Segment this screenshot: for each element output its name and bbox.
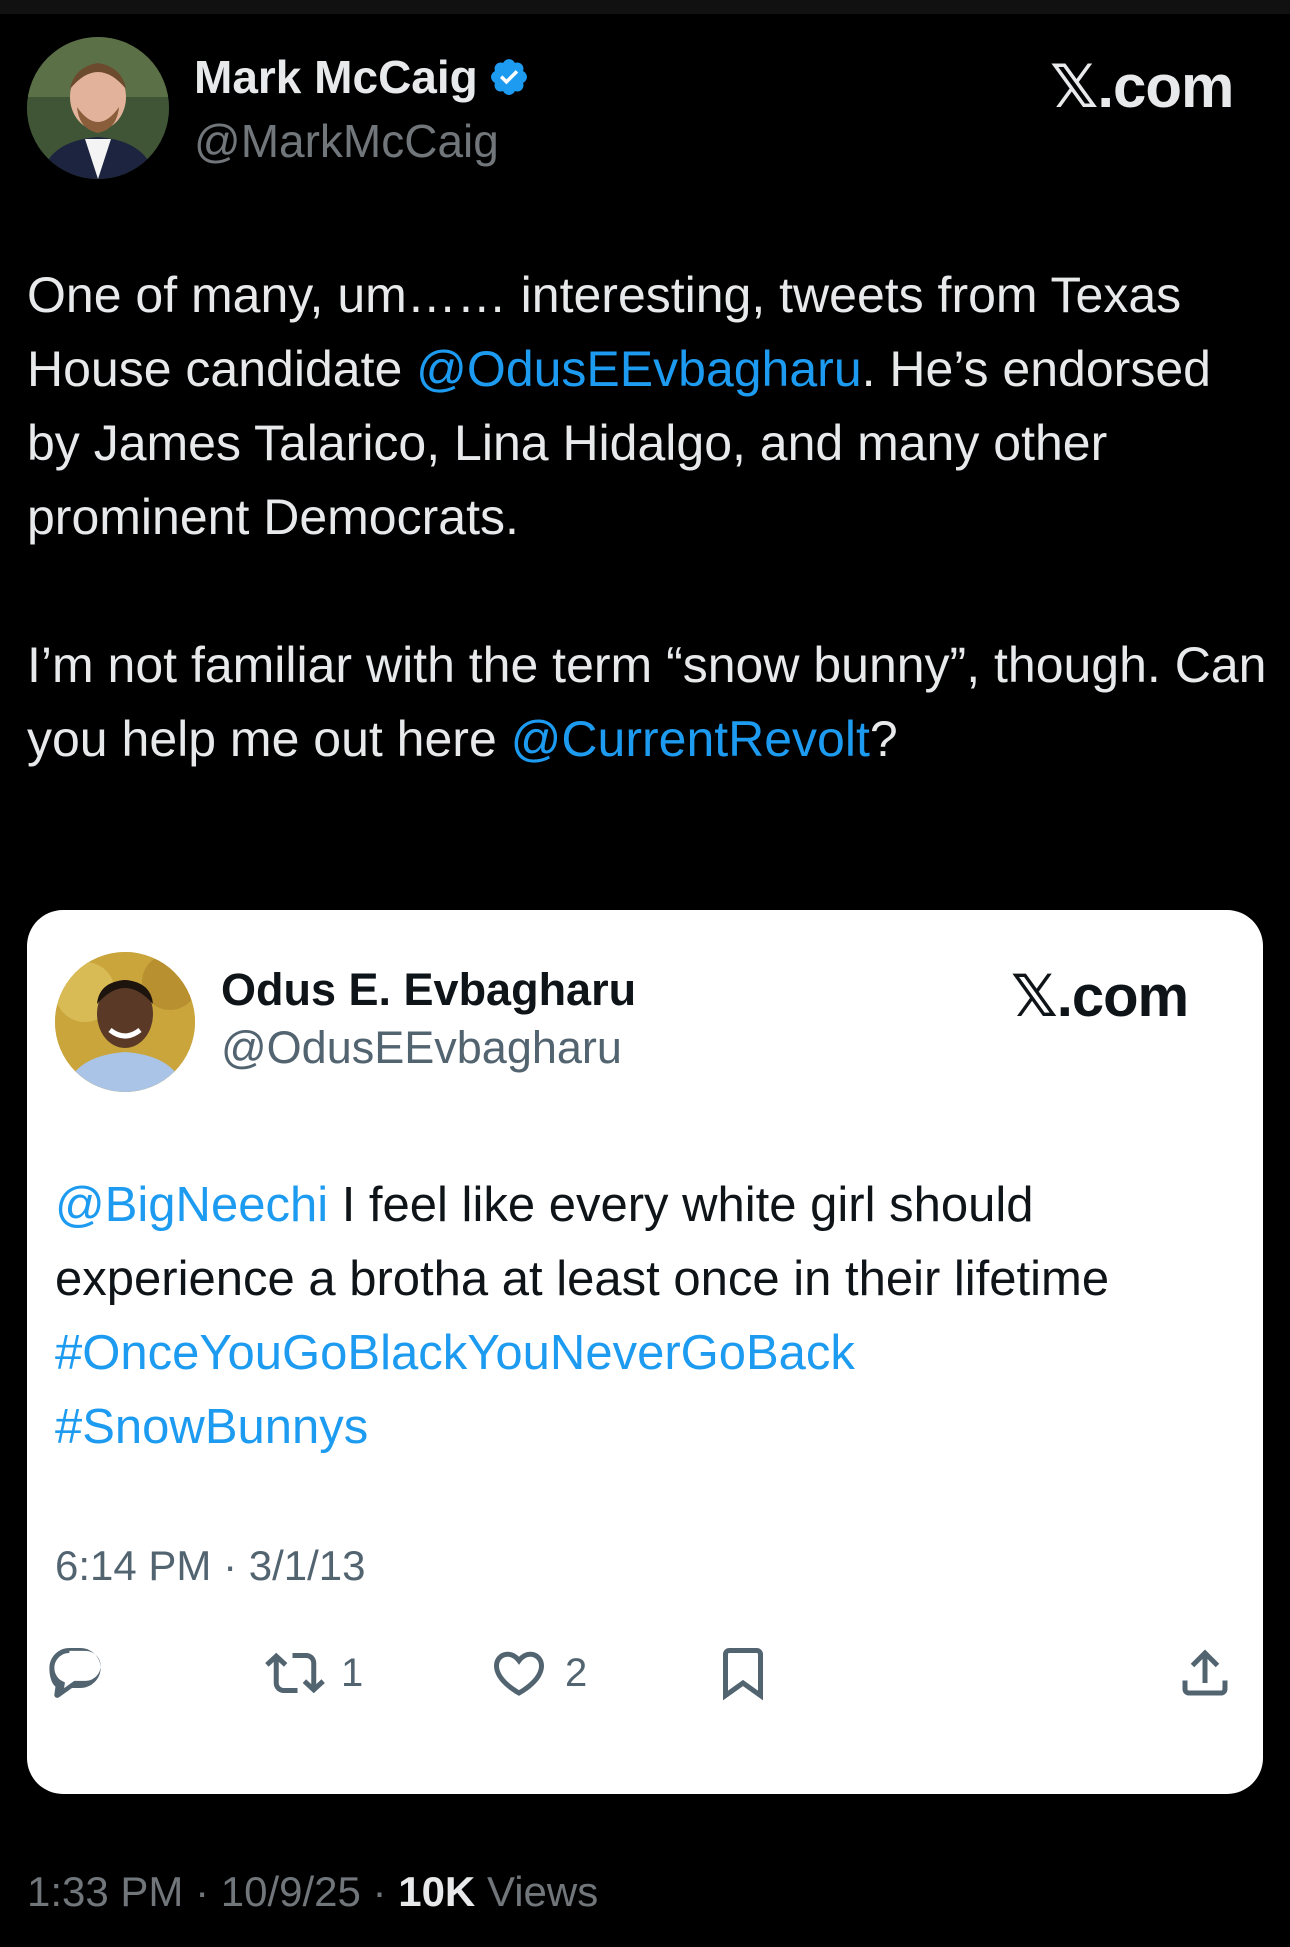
author-handle[interactable]: @MarkMcCaig [194, 114, 499, 168]
avatar[interactable] [27, 37, 169, 179]
views-count[interactable]: 10K [398, 1868, 475, 1915]
mention-link[interactable]: @OdusEEvbagharu [416, 341, 861, 397]
tweet-date[interactable]: 10/9/25 [221, 1868, 361, 1915]
quoted-text-line-2: experience a brotha at least once in the… [55, 1252, 1110, 1306]
quoted-text-segment: I feel like every white girl should [328, 1178, 1034, 1232]
quoted-text-line-1: @BigNeechi I feel like every white girl … [55, 1168, 1245, 1242]
action-bar: 1 2 [27, 1638, 1263, 1708]
quoted-date: 3/1/13 [248, 1542, 366, 1589]
author-name-text[interactable]: Mark McCaig [194, 50, 478, 104]
tweet-paragraph-1: One of many, um…… interesting, tweets fr… [27, 258, 1267, 554]
tweet-text: One of many, um…… interesting, tweets fr… [27, 258, 1267, 776]
quoted-author-name[interactable]: Odus E. Evbagharu [221, 964, 636, 1016]
tweet-time[interactable]: 1:33 PM [27, 1868, 183, 1915]
tweet-meta: 1:33 PM · 10/9/25 · 10K Views [27, 1868, 599, 1915]
like-button[interactable]: 2 [489, 1638, 587, 1708]
reply-button[interactable] [45, 1638, 105, 1708]
hashtag-link[interactable]: #OnceYouGoBlackYouNeverGoBack [55, 1316, 1245, 1390]
retweet-button[interactable]: 1 [265, 1638, 363, 1708]
x-brand-logo: 𝕏.com [1011, 964, 1189, 1029]
author-name[interactable]: Mark McCaig [194, 50, 530, 104]
quoted-author-handle[interactable]: @OdusEEvbagharu [221, 1022, 622, 1074]
views-label: Views [486, 1868, 599, 1915]
retweet-count: 1 [341, 1650, 364, 1695]
quoted-timestamp[interactable]: 6:14 PM · 3/1/13 [55, 1542, 366, 1590]
like-icon [493, 1651, 545, 1696]
share-button[interactable] [1175, 1638, 1235, 1708]
share-icon [1182, 1649, 1228, 1696]
verified-badge-icon [490, 59, 527, 95]
quoted-tweet-card[interactable]: Odus E. Evbagharu @OdusEEvbagharu 𝕏.com … [27, 910, 1263, 1794]
mention-link[interactable]: @CurrentRevolt [511, 711, 870, 767]
quoted-tweet-text: @BigNeechi I feel like every white girl … [55, 1168, 1245, 1464]
top-bar [0, 0, 1290, 14]
quoted-avatar[interactable] [55, 952, 195, 1092]
tweet-text-segment: ? [869, 711, 898, 767]
like-count: 2 [565, 1650, 588, 1695]
reply-icon [49, 1648, 101, 1698]
retweet-icon [265, 1652, 325, 1694]
quoted-time: 6:14 PM [55, 1542, 212, 1589]
hashtag-link[interactable]: #SnowBunnys [55, 1390, 1245, 1464]
bookmark-icon [723, 1648, 763, 1701]
tweet-paragraph-2: I’m not familiar with the term “snow bun… [27, 628, 1267, 776]
mention-link[interactable]: @BigNeechi [55, 1178, 328, 1232]
bookmark-button[interactable] [713, 1638, 773, 1708]
x-brand-logo: 𝕏.com [1050, 53, 1234, 120]
